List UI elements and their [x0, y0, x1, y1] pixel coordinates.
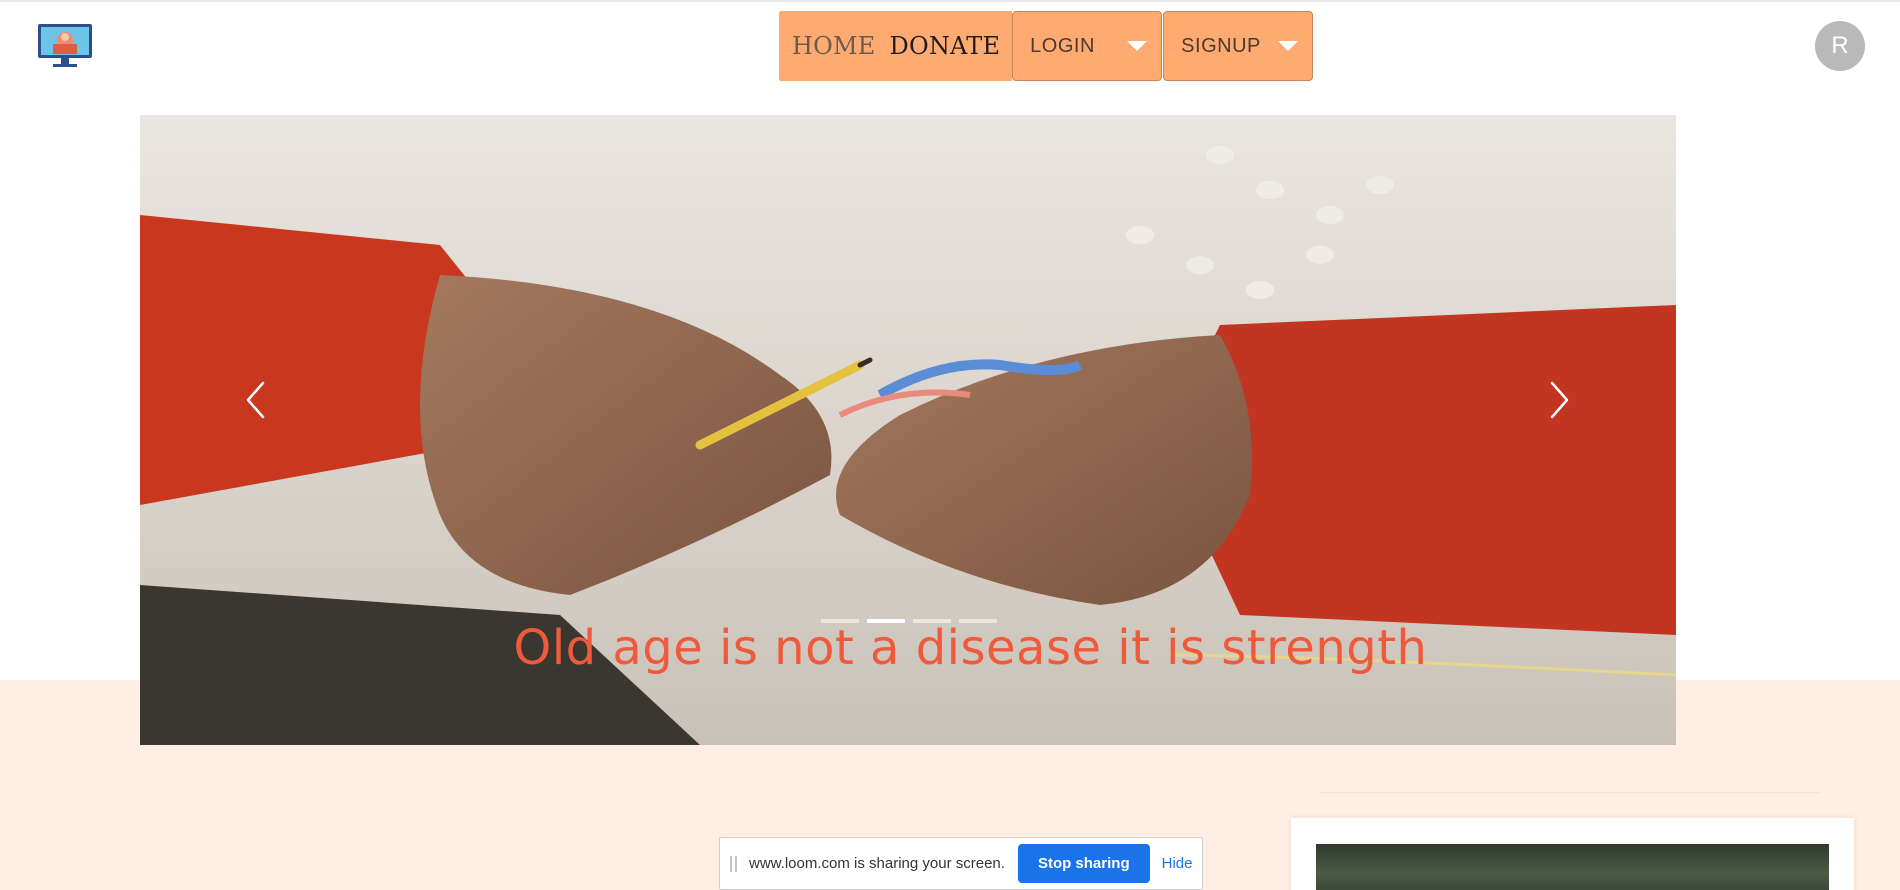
screen-share-message: www.loom.com is sharing your screen. — [749, 855, 1005, 872]
carousel-prev-button[interactable] — [225, 355, 285, 445]
hero-carousel: Old age is not a disease it is strength — [140, 115, 1676, 745]
stop-sharing-button[interactable]: Stop sharing — [1017, 844, 1150, 883]
chevron-left-icon — [246, 381, 265, 419]
caret-down-icon — [1127, 41, 1148, 51]
signup-dropdown[interactable]: SIGNUP — [1163, 11, 1314, 81]
caret-down-icon — [1278, 41, 1299, 51]
carousel-caption: Old age is not a disease it is strength — [513, 620, 1428, 676]
carousel-next-button[interactable] — [1530, 355, 1590, 445]
feature-card — [1291, 818, 1854, 890]
screen-share-bar: www.loom.com is sharing your screen. Sto… — [719, 837, 1203, 890]
nav-donate-link[interactable]: DONATE — [890, 32, 1001, 60]
divider — [1320, 792, 1820, 793]
feature-card-image — [1316, 844, 1829, 890]
drag-handle-icon[interactable] — [730, 855, 737, 872]
nav-home-link[interactable]: HOME — [792, 32, 876, 60]
nav-links: HOME DONATE — [779, 11, 1013, 81]
main-nav: HOME DONATE LOGIN SIGNUP — [779, 11, 1314, 81]
signup-dropdown-label: SIGNUP — [1181, 34, 1261, 57]
top-border — [0, 0, 1900, 2]
chevron-right-icon — [1550, 381, 1569, 419]
site-logo[interactable] — [36, 22, 94, 70]
user-avatar[interactable]: R — [1815, 21, 1865, 71]
computer-monitor-logo-icon — [38, 24, 92, 67]
hide-button[interactable]: Hide — [1162, 855, 1193, 872]
login-dropdown-label: LOGIN — [1030, 34, 1095, 57]
login-dropdown[interactable]: LOGIN — [1012, 11, 1163, 81]
